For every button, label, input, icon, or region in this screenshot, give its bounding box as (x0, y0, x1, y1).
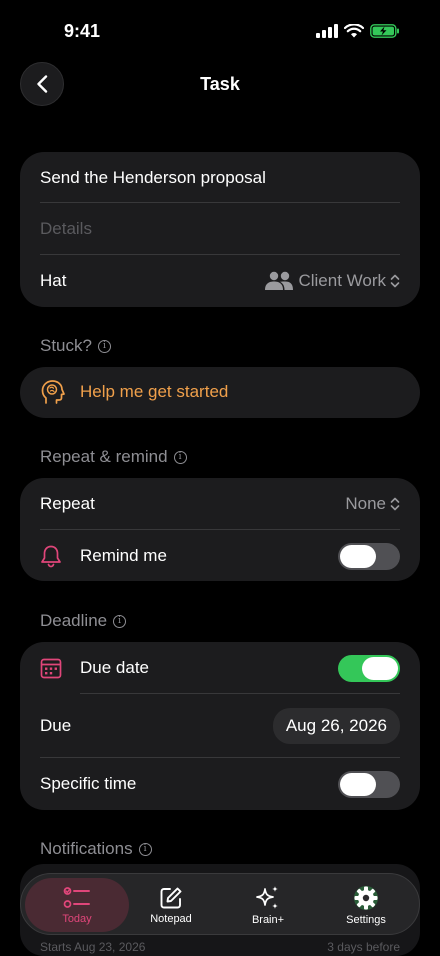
hat-value: Client Work (298, 271, 386, 290)
hat-selector[interactable]: Client Work (264, 271, 400, 291)
divider (80, 693, 400, 694)
battery-charging-icon (370, 24, 399, 38)
tab-label: Settings (346, 913, 386, 926)
status-bar: 9:41 (0, 0, 440, 60)
divider (40, 254, 400, 255)
tab-today[interactable]: Today (25, 878, 129, 932)
due-date-toggle[interactable] (338, 654, 400, 682)
status-time: 9:41 (64, 21, 101, 41)
details-placeholder: Details (40, 219, 92, 238)
status-icons (316, 24, 400, 38)
info-icon[interactable]: i (113, 614, 127, 628)
wifi-icon (344, 24, 364, 38)
sparkles-icon (256, 885, 278, 909)
deadline-card: Due date Due Aug 26, 2026 Specific time (20, 642, 420, 810)
deadline-label: Deadline (40, 611, 108, 630)
repeat-remind-label: Repeat & remind (40, 447, 168, 466)
repeat-remind-card: Repeat None Remind me (20, 478, 420, 581)
tab-settings[interactable]: Settings (316, 874, 416, 934)
tab-bar: Today Notepad Brain+ Settings (20, 873, 420, 935)
gear-icon (354, 885, 378, 910)
notification-offset-text: 3 days before (327, 940, 400, 954)
divider (40, 202, 400, 203)
due-label: Due (40, 716, 72, 735)
calendar-icon (40, 658, 62, 679)
checklist-icon (63, 886, 90, 908)
bell-icon (41, 545, 61, 568)
info-icon[interactable]: i (97, 339, 111, 353)
remind-label: Remind me (80, 546, 167, 565)
toggle-knob (340, 544, 376, 568)
chevron-updown-icon (390, 497, 400, 511)
hat-row[interactable]: Hat Client Work (40, 268, 400, 294)
due-row: Due Aug 26, 2026 (40, 708, 400, 744)
specific-time-toggle[interactable] (338, 770, 400, 798)
tab-notepad[interactable]: Notepad (121, 874, 221, 934)
edit-icon (160, 887, 182, 908)
help-started-label: Help me get started (80, 382, 229, 401)
divider (40, 757, 400, 758)
repeat-selector[interactable]: None (345, 494, 400, 514)
stuck-label: Stuck? (40, 336, 92, 355)
remind-toggle[interactable] (338, 542, 400, 570)
task-title: Send the Henderson proposal (40, 168, 266, 187)
task-title-field[interactable]: Send the Henderson proposal (40, 168, 400, 188)
due-date-label: Due date (80, 658, 149, 677)
notifications-section-label: Notifications i (40, 839, 152, 859)
remind-row: Remind me (40, 542, 400, 570)
repeat-row[interactable]: Repeat None (40, 491, 400, 517)
divider (40, 529, 400, 530)
due-date-picker[interactable]: Aug 26, 2026 (272, 708, 400, 744)
toggle-knob (340, 772, 376, 796)
brain-head-icon (41, 380, 65, 404)
info-icon[interactable]: i (138, 842, 152, 856)
tab-label: Notepad (150, 912, 192, 925)
repeat-label: Repeat (40, 494, 95, 513)
tab-label: Today (62, 912, 92, 925)
tab-brain-plus[interactable]: Brain+ (218, 874, 318, 934)
hat-label: Hat (40, 271, 67, 290)
notifications-label: Notifications (40, 839, 133, 858)
details-field[interactable]: Details (40, 219, 400, 239)
notification-start-text: Starts Aug 23, 2026 (40, 940, 146, 954)
help-started-card[interactable]: Help me get started (20, 367, 420, 418)
repeat-remind-section-label: Repeat & remind i (40, 447, 187, 467)
toggle-knob (362, 656, 398, 680)
deadline-section-label: Deadline i (40, 611, 127, 631)
cellular-signal-icon (316, 24, 338, 38)
people-icon (265, 271, 294, 290)
stuck-section-label: Stuck? i (40, 336, 111, 356)
due-date-row: Due date (40, 654, 400, 682)
repeat-value: None (345, 494, 386, 513)
task-card: Send the Henderson proposal Details Hat … (20, 152, 420, 307)
specific-time-label: Specific time (40, 774, 137, 793)
info-icon[interactable]: i (173, 450, 187, 464)
chevron-updown-icon (390, 274, 400, 288)
nav-bar: Task (0, 62, 440, 106)
specific-time-row: Specific time (40, 770, 400, 798)
page-title: Task (200, 74, 240, 94)
help-started-row[interactable]: Help me get started (40, 379, 400, 405)
tab-label: Brain+ (251, 913, 285, 926)
